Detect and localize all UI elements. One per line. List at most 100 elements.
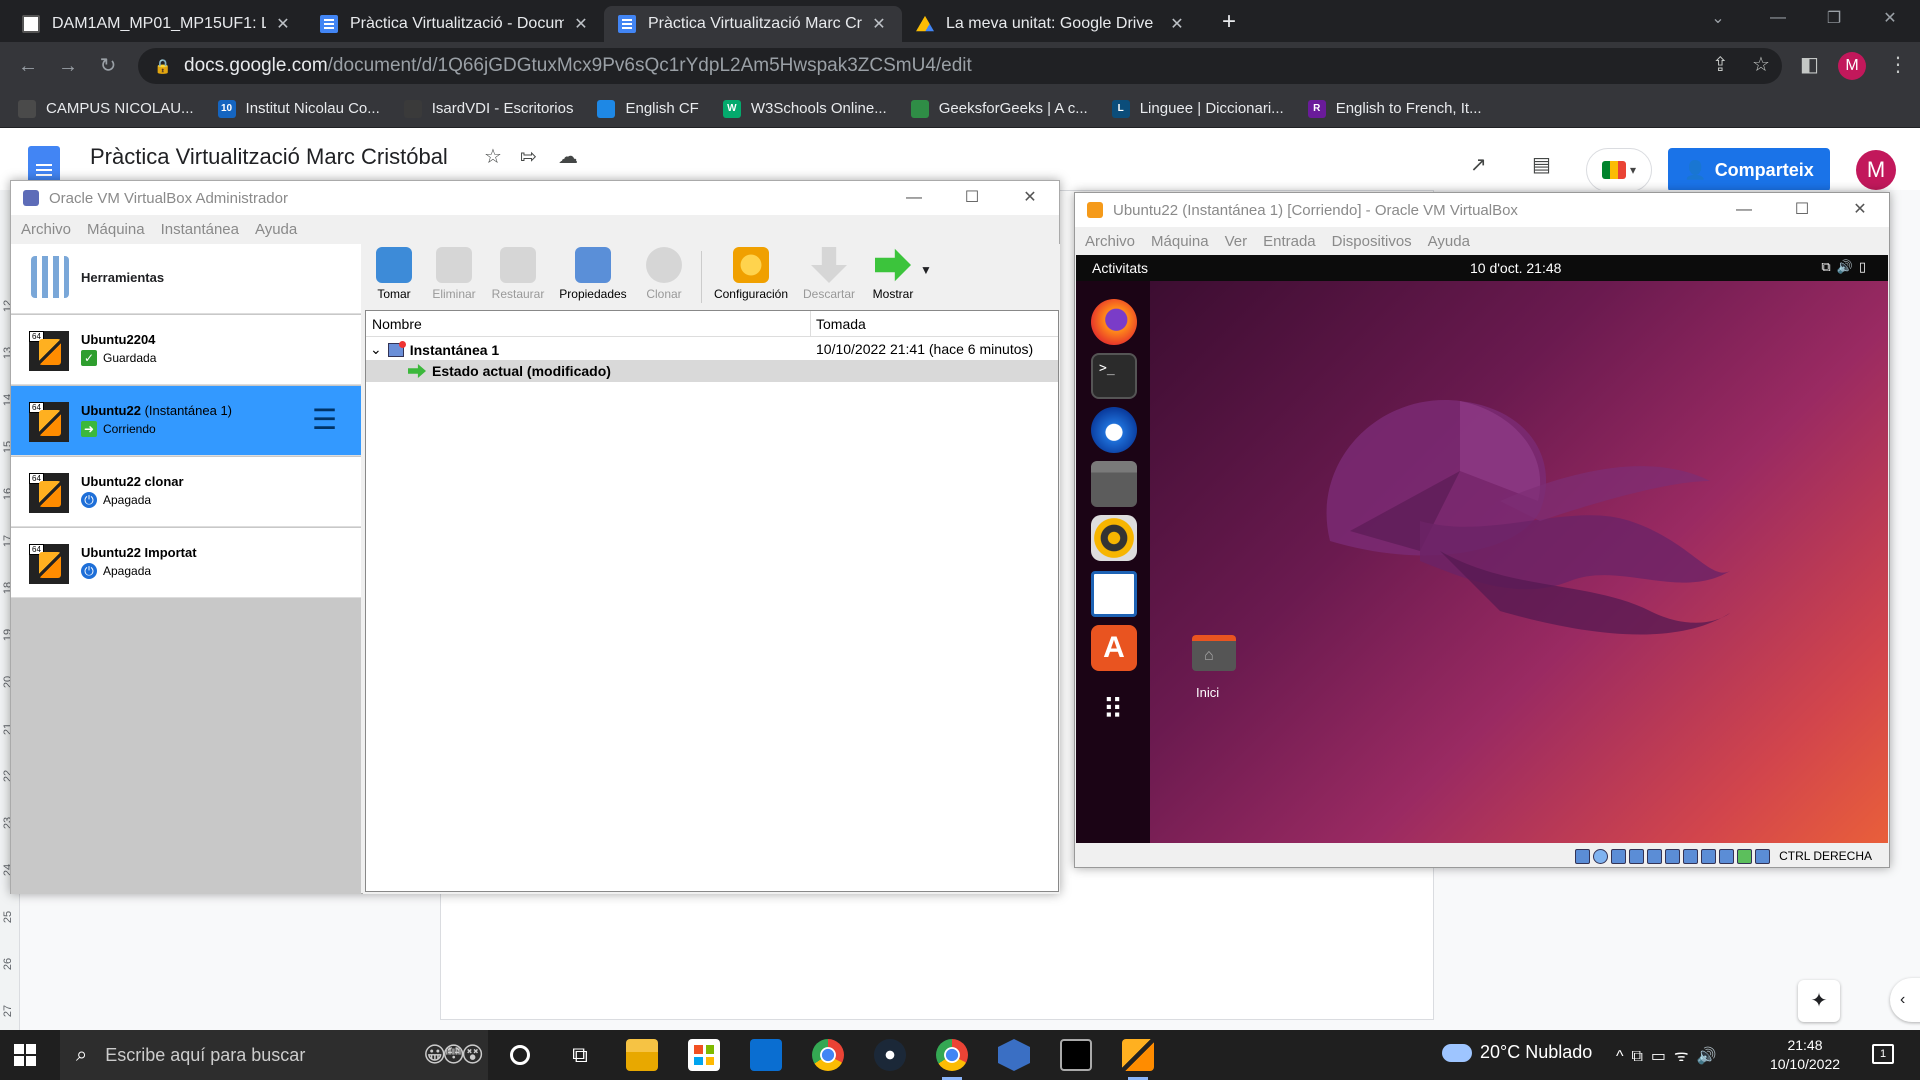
menu-maquina[interactable]: Máquina [1151, 233, 1209, 250]
search-highlight-emoji-icon[interactable]: 😀😳😵 [423, 1042, 484, 1068]
chrome-icon[interactable] [812, 1039, 844, 1071]
minimize-button[interactable]: — [885, 181, 943, 215]
virtualbox-taskbar-icon[interactable] [998, 1039, 1030, 1071]
restore-snapshot-button[interactable]: Restaurar [485, 247, 551, 307]
star-icon[interactable]: ☆ [484, 144, 502, 169]
bookmark-item[interactable]: W W3Schools Online... [722, 99, 887, 118]
activity-trend-icon[interactable]: ↗ [1470, 152, 1487, 177]
show-button[interactable]: Mostrar [864, 247, 922, 307]
system-tray-icons[interactable]: ^⧉▭ᯤ🔊 [1616, 1044, 1725, 1066]
close-button[interactable]: ✕ [1831, 193, 1889, 227]
bookmark-item[interactable]: CAMPUS NICOLAU... [18, 99, 194, 118]
more-menu-icon[interactable]: ⋮ [1888, 52, 1908, 77]
column-header-name[interactable]: Nombre [372, 316, 422, 332]
profile-avatar[interactable]: M [1838, 52, 1866, 80]
notifications-icon[interactable]: 1 [1872, 1044, 1894, 1064]
column-header-taken[interactable]: Tomada [816, 316, 866, 332]
firefox-icon[interactable] [1091, 299, 1137, 345]
vm-item-ubuntu22-importat[interactable]: Ubuntu22 Importat ⏻ Apagada [11, 528, 361, 598]
tab-google-drive[interactable]: La meva unitat: Google Drive ✕ [902, 6, 1200, 42]
microsoft-store-icon[interactable] [688, 1039, 720, 1071]
new-tab-button[interactable]: + [1222, 8, 1236, 36]
forward-button[interactable]: → [54, 52, 82, 80]
usb-icon[interactable] [1647, 848, 1663, 864]
meet-button[interactable]: ▾ [1586, 148, 1652, 192]
bookmark-item[interactable]: 10 Institut Nicolau Co... [217, 99, 380, 118]
delete-snapshot-button[interactable]: Eliminar [425, 247, 483, 307]
close-icon[interactable]: ✕ [870, 14, 888, 34]
tab-practica-marc[interactable]: Pràctica Virtualització Marc Cristò ✕ [604, 6, 902, 42]
minimize-button[interactable]: — [1750, 0, 1806, 36]
share-button[interactable]: 👤 Comparteix [1668, 148, 1830, 192]
restore-button[interactable]: ❐ [1806, 0, 1862, 36]
reload-button[interactable]: ↻ [94, 52, 122, 80]
document-title[interactable]: Pràctica Virtualització Marc Cristóbal [90, 144, 448, 170]
chrome-profile-icon[interactable] [936, 1039, 968, 1080]
weather-widget[interactable]: 20°C Nublado [1442, 1042, 1592, 1063]
bookmark-item[interactable]: IsardVDI - Escritorios [403, 99, 573, 118]
tab-practica-document[interactable]: Pràctica Virtualització - Documen ✕ [306, 6, 604, 42]
mouse-integration-icon[interactable] [1755, 848, 1771, 864]
vm-item-ubuntu22[interactable]: Ubuntu22 (Instantánea 1) ➜ Corriendo ☰ [11, 386, 361, 456]
menu-instantanea[interactable]: Instantánea [161, 221, 239, 238]
optical-drive-icon[interactable] [1593, 848, 1609, 864]
close-window-button[interactable]: ✕ [1862, 0, 1918, 36]
take-snapshot-button[interactable]: Tomar [365, 247, 423, 307]
chevron-down-icon[interactable]: ▼ [920, 263, 932, 277]
menu-archivo[interactable]: Archivo [21, 221, 71, 238]
vtx-icon[interactable] [1737, 848, 1753, 864]
steam-icon[interactable] [874, 1039, 906, 1071]
windows-start-icon[interactable] [14, 1044, 36, 1066]
share-icon[interactable]: ⇪ [1712, 52, 1729, 77]
discard-button[interactable]: Descartar [796, 247, 862, 307]
command-prompt-icon[interactable] [1060, 1039, 1092, 1071]
bookmark-item[interactable]: English CF [597, 99, 699, 118]
close-icon[interactable]: ✕ [274, 14, 292, 34]
activities-button[interactable]: Activitats [1092, 260, 1148, 276]
menu-maquina[interactable]: Máquina [87, 221, 145, 238]
menu-entrada[interactable]: Entrada [1263, 233, 1316, 250]
menu-archivo[interactable]: Archivo [1085, 233, 1135, 250]
explore-assist-icon[interactable]: ✦ [1798, 980, 1840, 1022]
taskbar-clock[interactable]: 21:48 10/10/2022 [1760, 1036, 1850, 1074]
current-state-row[interactable]: Estado actual (modificado) [366, 360, 1058, 382]
show-applications-icon[interactable]: ⠿ [1091, 687, 1137, 733]
bookmark-item[interactable]: GeeksforGeeks | A c... [910, 99, 1088, 118]
window-titlebar[interactable]: Ubuntu22 (Instantánea 1) [Corriendo] - O… [1075, 193, 1889, 227]
ubuntu-software-icon[interactable]: A [1091, 625, 1137, 671]
window-titlebar[interactable]: Oracle VM VirtualBox Administrador — ☐ ✕ [11, 181, 1059, 215]
file-explorer-icon[interactable] [626, 1039, 658, 1071]
tab-lliurament[interactable]: DAM1AM_MP01_MP15UF1: Lliura ✕ [8, 6, 306, 42]
terminal-icon[interactable]: >_ [1091, 353, 1137, 399]
bookmark-item[interactable]: L Linguee | Diccionari... [1111, 99, 1284, 118]
recording-icon[interactable] [1719, 848, 1735, 864]
menu-ver[interactable]: Ver [1225, 233, 1248, 250]
rhythmbox-icon[interactable] [1091, 515, 1137, 561]
minimize-button[interactable]: — [1715, 193, 1773, 227]
move-folder-icon[interactable]: ⇰ [520, 144, 537, 169]
maximize-button[interactable]: ☐ [943, 181, 1001, 215]
comments-icon[interactable]: ▤ [1532, 152, 1551, 177]
cortana-icon[interactable] [510, 1045, 530, 1065]
task-view-icon[interactable]: ⧉ [564, 1039, 596, 1071]
bookmark-star-icon[interactable]: ☆ [1752, 52, 1770, 77]
address-bar[interactable]: 🔒 docs.google.com/document/d/1Q66jGDGtux… [138, 48, 1782, 84]
snapshot-row[interactable]: ⌄ Instantánea 1 10/10/2022 21:41 (hace 6 … [366, 338, 1058, 360]
vm-tools-menu-icon[interactable]: ☰ [312, 406, 337, 434]
display-icon[interactable] [1683, 848, 1699, 864]
chevron-down-icon[interactable]: ⌄ [370, 341, 382, 358]
audio-icon[interactable] [1611, 848, 1627, 864]
tools-item[interactable]: Herramientas [11, 244, 361, 314]
gnome-system-tray[interactable]: ⧉🔊▯ [1821, 259, 1872, 275]
shared-folders-icon[interactable] [1665, 848, 1681, 864]
snapshot-properties-button[interactable]: Propiedades [553, 247, 633, 307]
vm-item-ubuntu2204[interactable]: Ubuntu2204 ✓ Guardada [11, 315, 361, 385]
files-icon[interactable] [1091, 461, 1137, 507]
side-panel-icon[interactable]: ◧ [1800, 52, 1819, 77]
thunderbird-icon[interactable] [1091, 407, 1137, 453]
menu-ayuda[interactable]: Ayuda [255, 221, 297, 238]
gnome-clock[interactable]: 10 d'oct. 21:48 [1470, 260, 1561, 276]
guest-display[interactable]: Activitats 10 d'oct. 21:48 ⧉🔊▯ >_ A ⠿ ⌂ … [1076, 255, 1888, 843]
hard-disk-icon[interactable] [1575, 848, 1591, 864]
back-button[interactable]: ← [14, 52, 42, 80]
